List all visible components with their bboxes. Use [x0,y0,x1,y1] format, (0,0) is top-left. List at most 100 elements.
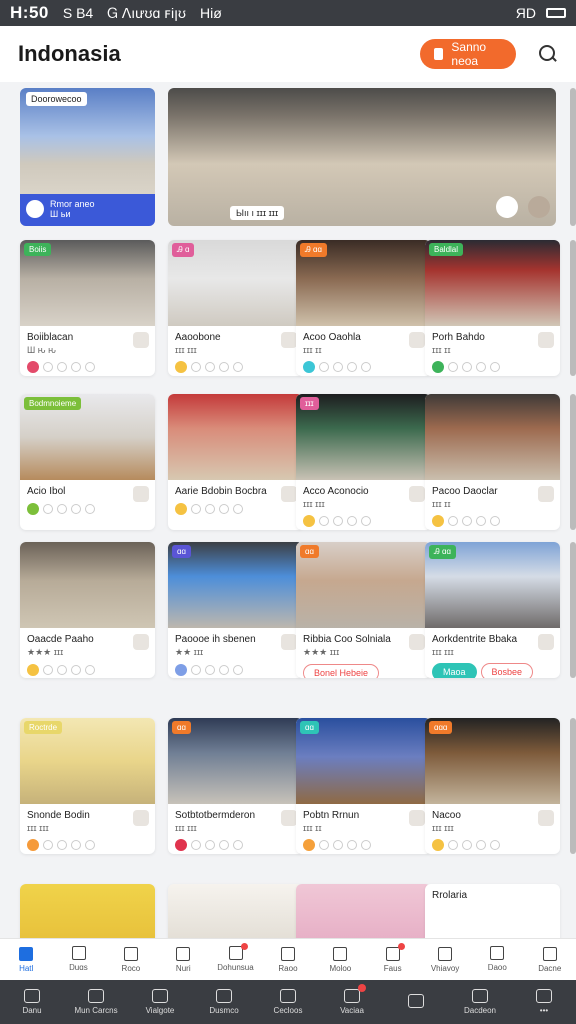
card-more-icon[interactable] [133,810,149,826]
option-ring-icon[interactable] [361,516,371,526]
header-cta-button[interactable]: Sanno neoa [420,39,516,69]
product-card[interactable]: Oaacde Paaho ★★★ ɪɪɪ [20,542,155,678]
option-ring-icon[interactable] [205,362,215,372]
option-ring-icon[interactable] [448,516,458,526]
product-card[interactable]: Roctrde Snonde Bodin ɪɪɪ ɪɪɪ [20,718,155,854]
card-more-icon[interactable] [538,332,554,348]
option-ring-icon[interactable] [85,665,95,675]
product-card[interactable]: ɑɑ Pobtn Rrnun ɪɪɪ ɪɪ [296,718,431,854]
hero-card-large[interactable]: Ыıı ı ɪɪɪ ɪɪɪ [168,88,556,226]
option-ring-icon[interactable] [205,840,215,850]
tab-item[interactable]: Moloo [314,939,366,980]
card-secondary-button[interactable]: Bosbee [480,663,534,678]
option-ring-icon[interactable] [490,840,500,850]
option-ring-icon[interactable] [219,362,229,372]
option-ring-icon[interactable] [57,504,67,514]
system-nav-item[interactable]: ••• [512,980,576,1024]
option-ring-icon[interactable] [57,362,67,372]
system-nav-item[interactable] [384,980,448,1024]
option-ring-icon[interactable] [219,665,229,675]
card-more-icon[interactable] [281,486,297,502]
card-pill-button[interactable]: Bonel Hebeie [303,664,380,678]
option-ring-icon[interactable] [85,362,95,372]
option-ring-icon[interactable] [319,840,329,850]
option-ring-icon[interactable] [462,840,472,850]
option-ring-icon[interactable] [85,840,95,850]
card-more-icon[interactable] [538,810,554,826]
option-ring-icon[interactable] [219,840,229,850]
card-more-icon[interactable] [409,486,425,502]
search-icon[interactable] [538,44,558,64]
option-ring-icon[interactable] [191,665,201,675]
option-ring-icon[interactable] [490,516,500,526]
option-ring-icon[interactable] [333,362,343,372]
option-ring-icon[interactable] [233,840,243,850]
card-pill-button[interactable]: Maoa [432,663,477,678]
tab-item[interactable]: Hatl [0,939,52,980]
option-ring-icon[interactable] [476,362,486,372]
card-more-icon[interactable] [133,332,149,348]
product-card[interactable]: Ꭿ ɑ Aaoobone ɪɪɪ ɪɪɪ [168,240,303,376]
option-ring-icon[interactable] [233,504,243,514]
option-ring-icon[interactable] [476,516,486,526]
product-card[interactable]: Boiis Boiiblacan Ш ԋ ԋ [20,240,155,376]
option-ring-icon[interactable] [490,362,500,372]
option-ring-icon[interactable] [57,665,67,675]
option-ring-icon[interactable] [191,362,201,372]
card-more-icon[interactable] [133,486,149,502]
card-more-icon[interactable] [538,486,554,502]
option-ring-icon[interactable] [43,840,53,850]
product-card[interactable] [296,884,431,938]
option-ring-icon[interactable] [448,840,458,850]
option-ring-icon[interactable] [43,665,53,675]
product-card[interactable]: ɑɑ Sotbtotbermderon ɪɪɪ ɪɪɪ [168,718,303,854]
option-ring-icon[interactable] [462,516,472,526]
system-nav-item[interactable]: Mun Carcns [64,980,128,1024]
card-more-icon[interactable] [409,810,425,826]
tab-item[interactable]: Faus [367,939,419,980]
card-more-icon[interactable] [281,332,297,348]
tab-item[interactable]: Ꭰohunsua [209,939,261,980]
tab-item[interactable]: Roco [105,939,157,980]
option-ring-icon[interactable] [191,840,201,850]
tab-item[interactable]: Dacne [524,939,576,980]
system-nav-item[interactable]: Dacdeon [448,980,512,1024]
option-ring-icon[interactable] [71,362,81,372]
product-card[interactable]: Bodmnoieme Acio Ibol [20,394,155,530]
option-ring-icon[interactable] [462,362,472,372]
option-ring-icon[interactable] [233,362,243,372]
option-ring-icon[interactable] [319,362,329,372]
option-ring-icon[interactable] [219,504,229,514]
option-ring-icon[interactable] [333,840,343,850]
option-ring-icon[interactable] [71,665,81,675]
tab-item[interactable]: Ꭰaoo [471,939,523,980]
card-more-icon[interactable] [133,634,149,650]
tab-item[interactable]: Ꭰuɑs [52,939,104,980]
system-nav-item[interactable]: Cecloos [256,980,320,1024]
option-ring-icon[interactable] [361,362,371,372]
product-card[interactable] [20,884,155,938]
option-ring-icon[interactable] [347,362,357,372]
option-ring-icon[interactable] [347,840,357,850]
product-card[interactable]: Aarie Bdobin Bocbra [168,394,303,530]
card-more-icon[interactable] [409,332,425,348]
system-nav-item[interactable]: Danu [0,980,64,1024]
hero-card-small[interactable]: Doorowecoo Rmor aneo Ш ьи [20,88,155,226]
product-card[interactable]: ɑɑ Paoooe ih sbenen ★★ ɪɪɪ [168,542,303,678]
system-nav-item[interactable]: Dusmco [192,980,256,1024]
option-ring-icon[interactable] [476,840,486,850]
product-card[interactable]: Ꭿ ɑɑ Acoo Oaohla ɪɪɪ ɪɪ [296,240,431,376]
product-card[interactable]: Ꭿ ɑɑ Aorkdentrite Bbaka ɪɪɪ ɪɪɪ Maoa Bosbee [425,542,560,678]
tab-item[interactable]: Vhiavoy [419,939,471,980]
product-card[interactable]: Pacoo Daoclar ɪɪɪ ɪɪ [425,394,560,530]
card-more-icon[interactable] [281,634,297,650]
card-more-icon[interactable] [281,810,297,826]
product-card[interactable] [168,884,303,938]
option-ring-icon[interactable] [333,516,343,526]
system-nav-item[interactable]: Vialgote [128,980,192,1024]
option-ring-icon[interactable] [85,504,95,514]
option-ring-icon[interactable] [205,665,215,675]
option-ring-icon[interactable] [347,516,357,526]
product-card[interactable]: Rrolaria [425,884,560,938]
option-ring-icon[interactable] [205,504,215,514]
